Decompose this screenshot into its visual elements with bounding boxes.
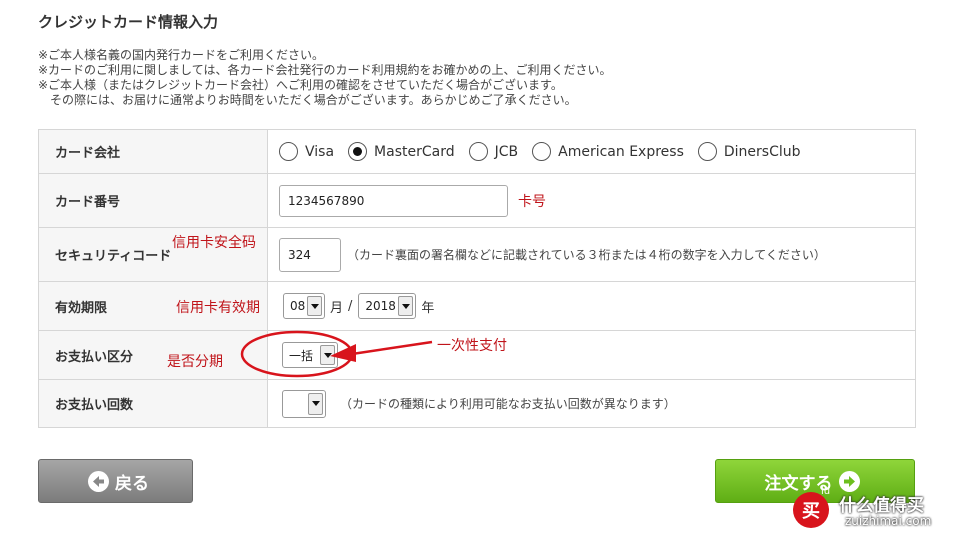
radio-button[interactable] bbox=[532, 142, 552, 161]
card-number-label: カード番号 bbox=[38, 173, 268, 228]
card-number-annotation: 卡号 bbox=[518, 193, 546, 210]
expiry-label: 有効期限 bbox=[55, 300, 108, 316]
notes: ※ご本人様名義の国内発行カードをご利用ください。 ※カードのご利用に関しましては… bbox=[38, 48, 611, 108]
back-button-label: 戻る bbox=[115, 473, 149, 494]
payment-type-label: お支払い区分 bbox=[55, 349, 134, 365]
dropdown-arrow-icon bbox=[398, 296, 414, 316]
card-company-radio-group: Visa MasterCard JCB American Express Din… bbox=[269, 142, 914, 161]
note-line: その際には、お届けに通常よりお時間をいただく場合がございます。あらかじめご了承く… bbox=[38, 93, 577, 107]
note-line: ※ご本人様名義の国内発行カードをご利用ください。 bbox=[38, 48, 325, 62]
expiry-year-select[interactable]: 2018 bbox=[358, 293, 417, 319]
watermark: 买 lù 什么值得买 zuizhimai.com bbox=[793, 486, 953, 534]
expiry-month-select[interactable]: 08 bbox=[283, 293, 325, 319]
radio-dinersclub[interactable]: DinersClub bbox=[697, 142, 801, 161]
watermark-url: zuizhimai.com bbox=[845, 514, 932, 528]
watermark-small: lù bbox=[821, 486, 831, 497]
dropdown-arrow-icon bbox=[307, 296, 322, 316]
security-code-input[interactable]: 324 bbox=[279, 237, 341, 272]
watermark-logo: 买 bbox=[793, 492, 829, 528]
arrow-right-icon bbox=[838, 470, 860, 492]
note-line: ※ご本人様（またはクレジットカード会社）へご利用の確認をさせていただく場合がござ… bbox=[38, 78, 563, 92]
credit-card-form: カード会社 Visa MasterCard JCB American Expre… bbox=[38, 129, 916, 428]
installments-hint: （カードの種類により利用可能なお支払い回数が異なります） bbox=[340, 397, 676, 411]
lump-sum-annotation: 一次性支付 bbox=[437, 338, 507, 354]
radio-button-checked[interactable] bbox=[348, 142, 368, 161]
arrow-left-icon bbox=[88, 470, 109, 492]
radio-visa[interactable]: Visa bbox=[279, 142, 334, 161]
radio-mastercard[interactable]: MasterCard bbox=[348, 142, 455, 161]
radio-american-express[interactable]: American Express bbox=[532, 142, 684, 161]
dropdown-arrow-icon bbox=[320, 345, 335, 365]
expiry-separator: / bbox=[348, 298, 353, 314]
installments-select[interactable] bbox=[282, 389, 326, 418]
payment-type-annotation: 是否分期 bbox=[167, 354, 223, 370]
security-code-label: セキュリティコード bbox=[55, 249, 172, 264]
dropdown-arrow-icon bbox=[308, 392, 323, 415]
security-code-annotation: 信用卡安全码 bbox=[172, 235, 256, 251]
page-title: クレジットカード情報入力 bbox=[38, 13, 219, 31]
radio-button[interactable] bbox=[697, 142, 717, 161]
radio-button[interactable] bbox=[468, 142, 488, 161]
card-company-label: カード会社 bbox=[38, 129, 268, 174]
year-unit: 年 bbox=[421, 300, 435, 316]
radio-jcb[interactable]: JCB bbox=[468, 142, 518, 161]
installments-label: お支払い回数 bbox=[38, 379, 268, 428]
note-line: ※カードのご利用に関しましては、各カード会社発行のカード利用規約をお確かめの上、… bbox=[38, 63, 612, 77]
expiry-annotation: 信用卡有效期 bbox=[176, 300, 260, 316]
security-code-hint: （カード裏面の署名欄などに記載されている３桁または４桁の数字を入力してください） bbox=[347, 248, 826, 262]
watermark-name: 什么值得买 bbox=[839, 496, 924, 516]
radio-button[interactable] bbox=[279, 142, 298, 161]
back-button[interactable]: 戻る bbox=[38, 459, 193, 503]
card-number-input[interactable]: 1234567890 bbox=[279, 184, 508, 217]
payment-type-select[interactable]: 一括 bbox=[282, 342, 338, 368]
month-unit: 月 bbox=[330, 300, 344, 316]
